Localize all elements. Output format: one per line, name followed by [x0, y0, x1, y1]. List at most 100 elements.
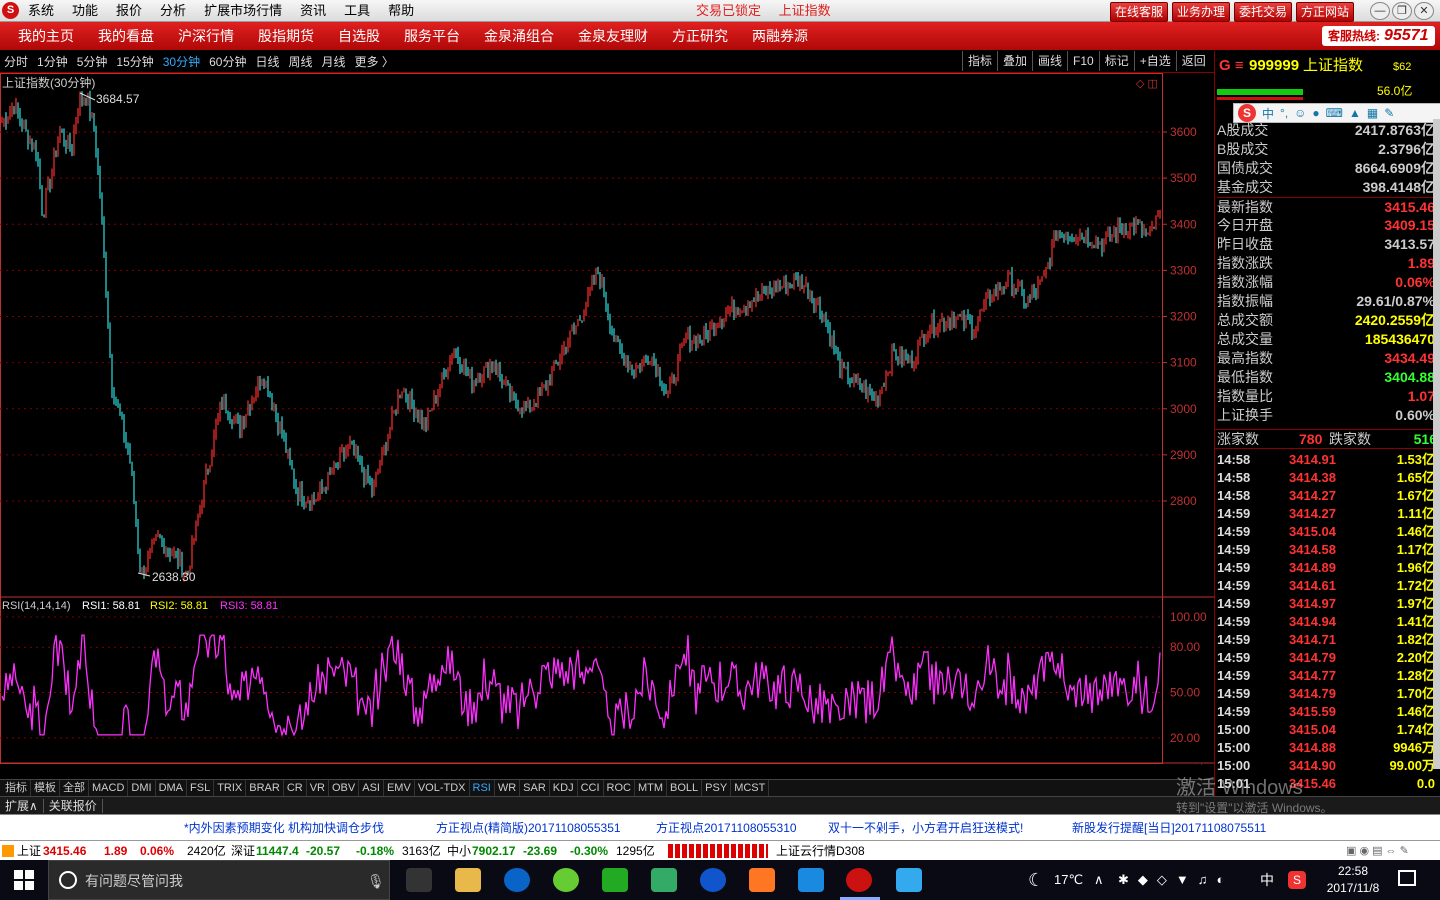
- nav-wealth[interactable]: 金泉友理财: [578, 22, 648, 50]
- nav-futures[interactable]: 股指期货: [258, 22, 314, 50]
- period-tab-8[interactable]: 月线: [322, 51, 346, 73]
- indicator-tab-cci[interactable]: CCI: [578, 780, 604, 796]
- trade-button[interactable]: 委托交易: [1234, 2, 1293, 22]
- wechat-icon[interactable]: [602, 868, 628, 892]
- notification-icon[interactable]: [1398, 870, 1416, 886]
- indicator-tab-brar[interactable]: BRAR: [246, 780, 284, 796]
- store-icon[interactable]: [406, 868, 432, 892]
- indicator-tab-macd[interactable]: MACD: [89, 780, 129, 796]
- close-icon[interactable]: ✕: [1414, 2, 1434, 20]
- menu-ext-market[interactable]: 扩展市场行情: [204, 0, 282, 22]
- indicator-tab-dmi[interactable]: DMI: [128, 780, 156, 796]
- tray-up-icon[interactable]: ∧: [1094, 860, 1104, 900]
- ime-punct-icon[interactable]: °,: [1280, 106, 1288, 120]
- indicator-tab-vr[interactable]: VR: [307, 780, 329, 796]
- indicator-tab-rsi[interactable]: RSI: [470, 780, 495, 796]
- chart-tool-4[interactable]: 标记: [1098, 51, 1134, 71]
- nav-research[interactable]: 方正研究: [672, 22, 728, 50]
- menu-analysis[interactable]: 分析: [160, 0, 186, 22]
- indicator-tab-cr[interactable]: CR: [284, 780, 307, 796]
- period-tab-6[interactable]: 日线: [255, 51, 279, 73]
- indicator-tab-obv[interactable]: OBV: [329, 780, 360, 796]
- website-button[interactable]: 方正网站: [1296, 2, 1355, 22]
- news-item[interactable]: 双十一不剁手，小方君开启狂送模式!: [828, 815, 1023, 841]
- menu-system[interactable]: 系统: [28, 0, 54, 22]
- menu-tools[interactable]: 工具: [344, 0, 370, 22]
- indicator-tab-psy[interactable]: PSY: [702, 780, 732, 796]
- period-tab-9[interactable]: 更多 〉: [355, 51, 394, 73]
- indicator-tab-模板[interactable]: 模板: [31, 780, 60, 796]
- restore-icon[interactable]: ❐: [1392, 2, 1412, 20]
- ime-chinese-icon[interactable]: 中: [1262, 105, 1274, 122]
- indicator-tab-boll[interactable]: BOLL: [667, 780, 703, 796]
- chart-tool-3[interactable]: F10: [1067, 51, 1099, 71]
- nav-portfolio[interactable]: 金泉涌组合: [484, 22, 554, 50]
- windows-start-icon[interactable]: [14, 870, 34, 890]
- related-quote-tab[interactable]: 关联报价: [43, 799, 103, 813]
- indicator-tab-dma[interactable]: DMA: [156, 780, 188, 796]
- founder-app-icon[interactable]: [846, 868, 872, 892]
- menu-news[interactable]: 资讯: [300, 0, 326, 22]
- indicator-tab-roc[interactable]: ROC: [604, 780, 635, 796]
- chart-tool-6[interactable]: 返回: [1175, 51, 1211, 71]
- indicator-tab-vol-tdx[interactable]: VOL-TDX: [415, 780, 470, 796]
- ime-indicator[interactable]: 中: [1260, 860, 1274, 900]
- ime-keyboard-icon[interactable]: ⌨: [1326, 106, 1343, 120]
- nav-hs-market[interactable]: 沪深行情: [178, 22, 234, 50]
- edge-icon[interactable]: [504, 868, 530, 892]
- weather-icon[interactable]: ☾: [1028, 870, 1044, 891]
- news-item[interactable]: 新股发行提醒[当日]20171108075511: [1072, 815, 1266, 841]
- ime-toolbar[interactable]: S 中 °, ☺ ● ⌨ ▲ ▦ ✎: [1233, 103, 1440, 123]
- mic-icon[interactable]: 🎙: [367, 873, 385, 890]
- browser-360-icon[interactable]: [553, 868, 579, 892]
- period-tab-0[interactable]: 分时: [4, 51, 28, 73]
- chart-tool-2[interactable]: 画线: [1032, 51, 1067, 71]
- ime-skin-icon[interactable]: ▲: [1349, 106, 1361, 120]
- menu-function[interactable]: 功能: [72, 0, 98, 22]
- period-tab-5[interactable]: 60分钟: [209, 51, 246, 73]
- news-item[interactable]: 方正视点20171108055310: [656, 815, 797, 841]
- status-tray-icon[interactable]: ▣ ◉ ▤ ⇔ ✎: [1346, 844, 1436, 858]
- cloud-quote-label[interactable]: 上证云行情D308: [776, 841, 865, 861]
- period-tab-3[interactable]: 15分钟: [116, 51, 153, 73]
- nav-margin[interactable]: 两融券源: [752, 22, 808, 50]
- writer-icon[interactable]: [798, 868, 824, 892]
- taskbar-search[interactable]: 有问题尽管问我 🎙: [48, 860, 390, 900]
- period-tab-1[interactable]: 1分钟: [37, 51, 68, 73]
- business-button[interactable]: 业务办理: [1172, 2, 1231, 22]
- chart-tool-1[interactable]: 叠加: [997, 51, 1032, 71]
- indicator-tab-sar[interactable]: SAR: [520, 780, 550, 796]
- ime-menu-icon[interactable]: ▦: [1367, 106, 1378, 120]
- menu-help[interactable]: 帮助: [388, 0, 414, 22]
- indicator-tab-全部[interactable]: 全部: [60, 780, 89, 796]
- ie-icon[interactable]: [700, 868, 726, 892]
- nav-watchlist[interactable]: 自选股: [338, 22, 380, 50]
- ime-tool-icon[interactable]: ✎: [1384, 106, 1394, 120]
- sogou-icon[interactable]: S: [1238, 104, 1256, 122]
- nav-service[interactable]: 服务平台: [404, 22, 460, 50]
- indicator-tab-wr[interactable]: WR: [495, 780, 521, 796]
- minimize-icon[interactable]: —: [1370, 2, 1390, 20]
- indicator-tab-fsl[interactable]: FSL: [187, 780, 215, 796]
- robot-app-icon[interactable]: [896, 868, 922, 892]
- clock[interactable]: 22:58 2017/11/8: [1322, 863, 1384, 897]
- chart-tool-0[interactable]: 指标: [962, 51, 997, 71]
- ime-emoji-icon[interactable]: ☺: [1294, 106, 1306, 120]
- pdf-icon[interactable]: [749, 868, 775, 892]
- ext-toggle[interactable]: 扩展∧: [0, 799, 44, 813]
- online-service-button[interactable]: 在线客服: [1110, 2, 1169, 22]
- kline-chart[interactable]: 上证指数(30分钟) ◇ ◫ 3600 3500 3400 3300 3200 3100 300…: [0, 73, 1214, 765]
- indicator-tab-kdj[interactable]: KDJ: [550, 780, 578, 796]
- indicator-tab-emv[interactable]: EMV: [384, 780, 415, 796]
- sogou-tray-icon[interactable]: S: [1288, 871, 1306, 889]
- period-tab-7[interactable]: 周线: [288, 51, 312, 73]
- indicator-tab-asi[interactable]: ASI: [359, 780, 384, 796]
- panel-scrollbar[interactable]: [1433, 119, 1440, 769]
- news-item[interactable]: 方正视点(精简版)20171108055351: [436, 815, 621, 841]
- period-tab-4[interactable]: 30分钟: [163, 51, 200, 73]
- file-explorer-icon[interactable]: [455, 868, 481, 892]
- indicator-tab-指标[interactable]: 指标: [2, 780, 31, 796]
- nav-watch[interactable]: 我的看盘: [98, 22, 154, 50]
- menu-quote[interactable]: 报价: [116, 0, 142, 22]
- indicator-tab-mtm[interactable]: MTM: [635, 780, 668, 796]
